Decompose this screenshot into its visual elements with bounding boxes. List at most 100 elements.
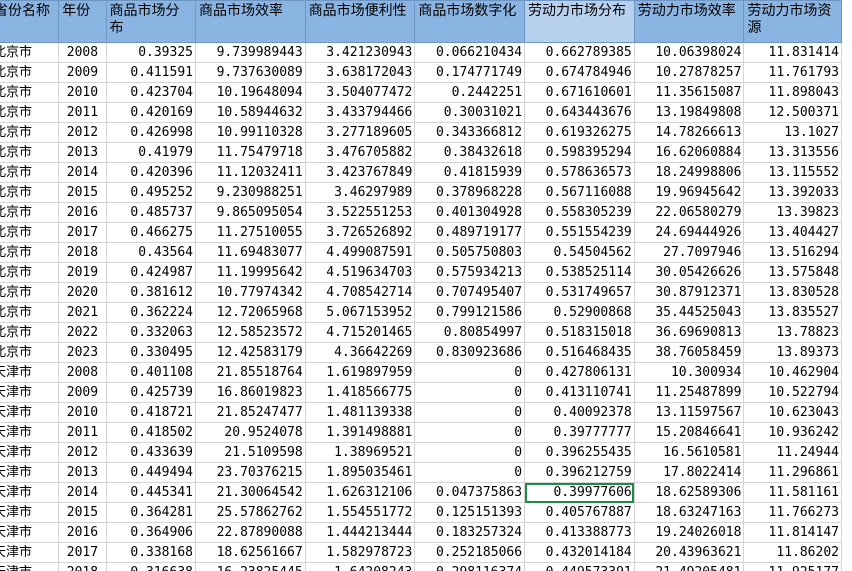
- cell[interactable]: 0.43564: [105, 242, 197, 263]
- cell[interactable]: 23.70376215: [195, 462, 306, 483]
- cell[interactable]: 2018: [58, 562, 107, 571]
- cell[interactable]: 13.78823: [743, 322, 842, 343]
- cell[interactable]: 天津市: [0, 462, 60, 483]
- cell[interactable]: 2015: [58, 502, 107, 523]
- cell[interactable]: 2016: [58, 522, 107, 543]
- cell[interactable]: 2015: [58, 182, 107, 203]
- cell[interactable]: 24.69444926: [633, 222, 745, 243]
- cell[interactable]: 25.57862762: [195, 502, 306, 523]
- cell[interactable]: 0.423704: [105, 82, 197, 103]
- cell[interactable]: 北京市: [0, 62, 60, 83]
- cell[interactable]: 0.364906: [105, 522, 197, 543]
- cell[interactable]: 2009: [58, 62, 107, 83]
- cell[interactable]: 30.87912371: [633, 282, 745, 303]
- cell[interactable]: 11.86202: [743, 542, 842, 563]
- cell[interactable]: 0.316638: [105, 562, 197, 571]
- cell[interactable]: 13.89373: [743, 342, 842, 363]
- cell[interactable]: 16.23825445: [195, 562, 306, 571]
- cell[interactable]: 1.444213444: [304, 522, 416, 543]
- cell[interactable]: 22.06580279: [633, 202, 745, 223]
- cell[interactable]: 0.362224: [105, 302, 197, 323]
- cell[interactable]: 0.425739: [105, 382, 197, 403]
- cell[interactable]: 2021: [58, 302, 107, 323]
- cell[interactable]: 11.814147: [743, 522, 842, 543]
- cell[interactable]: 0.332063: [105, 322, 197, 343]
- cell[interactable]: 4.519634703: [304, 262, 416, 283]
- cell[interactable]: 0.674784946: [524, 62, 635, 83]
- cell[interactable]: 27.7097946: [633, 242, 745, 263]
- cell[interactable]: 0.567116088: [524, 182, 635, 203]
- cell[interactable]: 天津市: [0, 502, 60, 523]
- cell[interactable]: 0: [414, 402, 526, 423]
- cell[interactable]: 0: [414, 462, 526, 483]
- cell[interactable]: 3.433794466: [304, 102, 416, 123]
- cell[interactable]: 11.925177: [743, 562, 842, 571]
- cell[interactable]: 4.36642269: [304, 342, 416, 363]
- cell[interactable]: 天津市: [0, 542, 60, 563]
- cell[interactable]: 13.19849808: [633, 102, 745, 123]
- cell[interactable]: 11.766273: [743, 502, 842, 523]
- cell[interactable]: 2020: [58, 282, 107, 303]
- cell[interactable]: 10.58944632: [195, 102, 306, 123]
- cell[interactable]: 北京市: [0, 202, 60, 223]
- cell[interactable]: 13.313556: [743, 142, 842, 163]
- cell[interactable]: 0.495252: [105, 182, 197, 203]
- cell[interactable]: 0.426998: [105, 122, 197, 143]
- cell[interactable]: 北京市: [0, 102, 60, 123]
- cell[interactable]: 北京市: [0, 222, 60, 243]
- cell[interactable]: 15.20846641: [633, 422, 745, 443]
- cell[interactable]: 0.41979: [105, 142, 197, 163]
- cell[interactable]: 0.619326275: [524, 122, 635, 143]
- cell[interactable]: 4.715201465: [304, 322, 416, 343]
- cell[interactable]: 18.63247163: [633, 502, 745, 523]
- spreadsheet-grid[interactable]: 省份名称年份商品市场分布商品市场效率商品市场便利性商品市场数字化劳动力市场分布劳…: [0, 0, 852, 571]
- cell[interactable]: 0.39777777: [524, 422, 635, 443]
- cell[interactable]: 21.30064542: [195, 482, 306, 503]
- cell[interactable]: 11.898043: [743, 82, 842, 103]
- cell[interactable]: 北京市: [0, 282, 60, 303]
- cell[interactable]: 3.522551253: [304, 202, 416, 223]
- cell[interactable]: 0.830923686: [414, 342, 526, 363]
- cell[interactable]: 16.86019823: [195, 382, 306, 403]
- cell[interactable]: 13.516294: [743, 242, 842, 263]
- cell[interactable]: 17.8022414: [633, 462, 745, 483]
- cell[interactable]: 北京市: [0, 42, 60, 63]
- cell[interactable]: 13.115552: [743, 162, 842, 183]
- cell[interactable]: 1.481139338: [304, 402, 416, 423]
- cell[interactable]: 1.418566775: [304, 382, 416, 403]
- cell[interactable]: 1.38969521: [304, 442, 416, 463]
- cell[interactable]: 北京市: [0, 322, 60, 343]
- cell[interactable]: 0.80854997: [414, 322, 526, 343]
- cell[interactable]: 21.49205481: [633, 562, 745, 571]
- cell[interactable]: 天津市: [0, 442, 60, 463]
- cell[interactable]: 北京市: [0, 262, 60, 283]
- cell[interactable]: 0.505750803: [414, 242, 526, 263]
- cell[interactable]: 2014: [58, 482, 107, 503]
- cell[interactable]: 3.476705882: [304, 142, 416, 163]
- cell[interactable]: 12.72065968: [195, 302, 306, 323]
- cell[interactable]: 0.401108: [105, 362, 197, 383]
- cell[interactable]: 0.52900868: [524, 302, 635, 323]
- cell[interactable]: 10.623043: [743, 402, 842, 423]
- cell[interactable]: 0.578636573: [524, 162, 635, 183]
- cell[interactable]: 2011: [58, 422, 107, 443]
- cell[interactable]: 0.418721: [105, 402, 197, 423]
- cell[interactable]: 13.392033: [743, 182, 842, 203]
- cell[interactable]: 11.69483077: [195, 242, 306, 263]
- cell[interactable]: 1.391498881: [304, 422, 416, 443]
- cell[interactable]: 2011: [58, 102, 107, 123]
- cell[interactable]: 0.54504562: [524, 242, 635, 263]
- cell[interactable]: 11.75479718: [195, 142, 306, 163]
- cell[interactable]: 北京市: [0, 302, 60, 323]
- cell[interactable]: 2016: [58, 202, 107, 223]
- cell[interactable]: 北京市: [0, 342, 60, 363]
- cell[interactable]: 3.46297989: [304, 182, 416, 203]
- cell[interactable]: 11.12032411: [195, 162, 306, 183]
- cell[interactable]: 北京市: [0, 162, 60, 183]
- cell[interactable]: 9.230988251: [195, 182, 306, 203]
- cell[interactable]: 13.39823: [743, 202, 842, 223]
- cell[interactable]: 1.64208243: [304, 562, 416, 571]
- cell[interactable]: 天津市: [0, 482, 60, 503]
- cell[interactable]: 11.831414: [743, 42, 842, 63]
- cell[interactable]: 4.499087591: [304, 242, 416, 263]
